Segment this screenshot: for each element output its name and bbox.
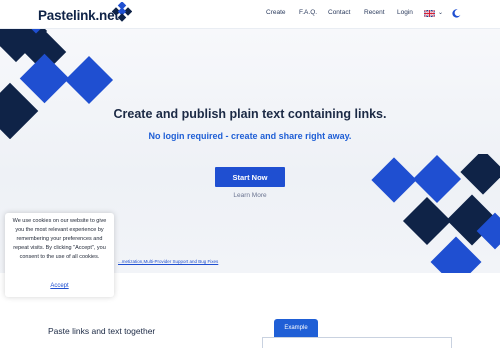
hero-title: Create and publish plain text containing… [113, 107, 387, 121]
moon-icon[interactable] [452, 9, 461, 18]
brand-logo-link[interactable]: Pastelink.net [38, 2, 132, 25]
nav-create[interactable]: Create [266, 9, 286, 16]
decorative-diamonds-right [371, 154, 500, 273]
example-box [262, 337, 452, 348]
brand-name: Pastelink.net [38, 7, 119, 23]
feature-title: Paste links and text together [48, 326, 156, 336]
learn-more-link[interactable]: Learn More [0, 192, 500, 199]
decorative-diamonds-left [0, 29, 114, 139]
cookie-text: We use cookies on our website to give yo… [12, 218, 107, 260]
nav-contact[interactable]: Contact [328, 9, 350, 16]
cookie-banner: We use cookies on our website to give yo… [5, 213, 114, 297]
nav-recent[interactable]: Recent [364, 9, 385, 16]
brand-diamond-icon [112, 2, 132, 22]
uk-flag-icon[interactable] [424, 10, 435, 17]
start-now-button[interactable]: Start Now [215, 167, 285, 187]
example-tab[interactable]: Example [274, 319, 318, 337]
nav-faq[interactable]: F.A.Q. [299, 9, 317, 16]
nav-login[interactable]: Login [397, 9, 413, 16]
news-link[interactable]: ...metization,Multi-Provider Support and… [118, 259, 218, 264]
hero-subtitle: No login required - create and share rig… [148, 131, 352, 141]
site-header: Pastelink.net Create F.A.Q. Contact Rece… [0, 0, 500, 29]
cookie-accept-link[interactable]: Accept [5, 283, 114, 289]
chevron-down-icon[interactable]: ⌄ [438, 9, 444, 16]
